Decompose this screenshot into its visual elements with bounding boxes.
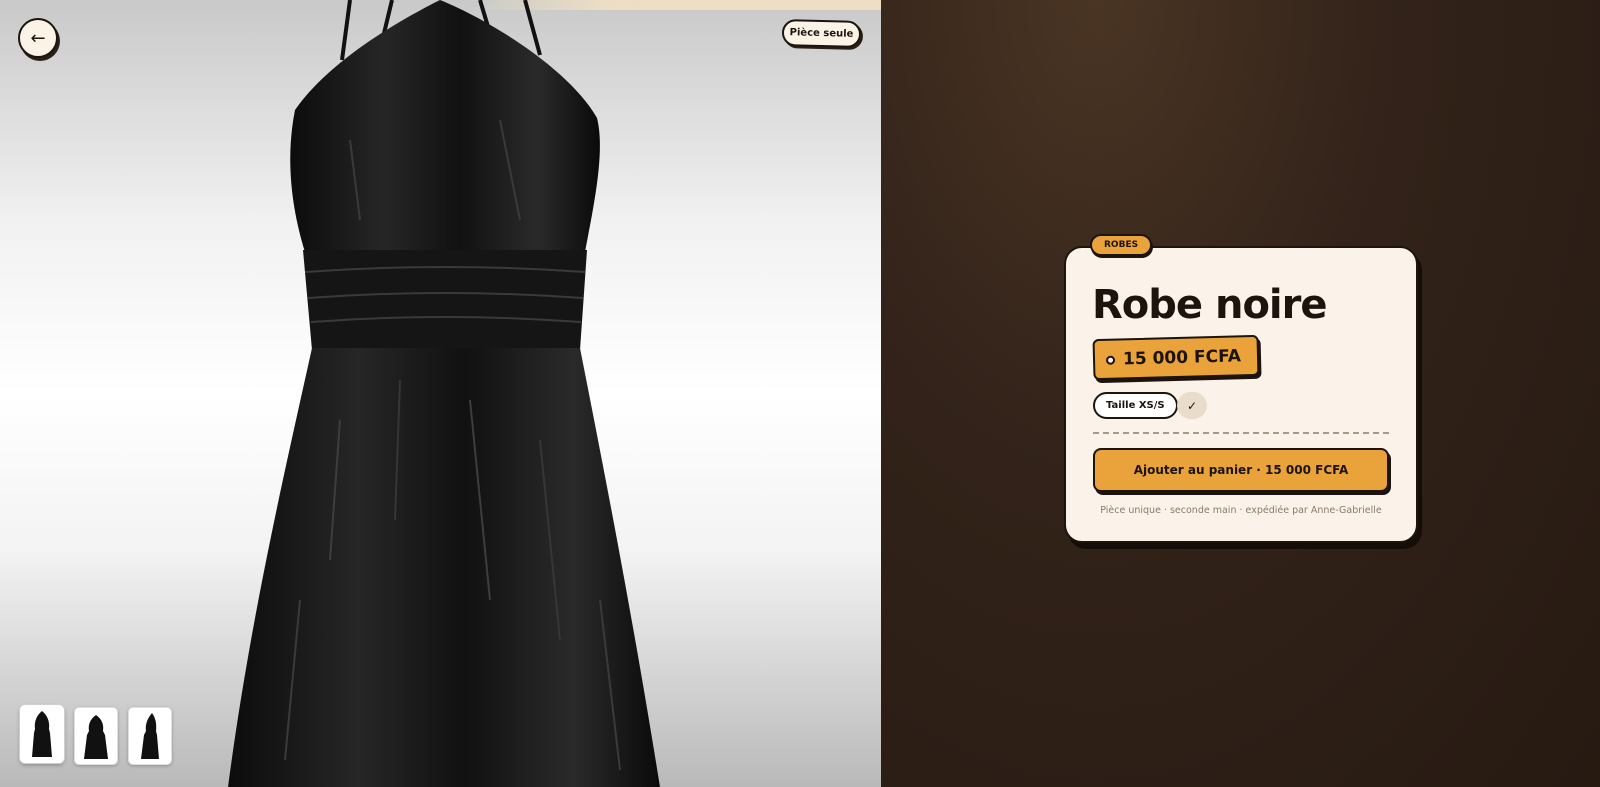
- price-tag: 15 000 FCFA: [1092, 334, 1260, 381]
- thumbnail-3[interactable]: [128, 707, 172, 765]
- dress-image: [228, 0, 660, 787]
- add-to-cart-button[interactable]: Ajouter au panier · 15 000 FCFA: [1093, 448, 1389, 492]
- dress-thumbnail-icon: [32, 711, 52, 757]
- divider: [1093, 432, 1389, 434]
- checkmark-icon: ✓: [1177, 392, 1207, 419]
- category-tag: ROBES: [1090, 234, 1153, 256]
- tag-hole-icon: [1105, 355, 1116, 365]
- price-value: 15 000 FCFA: [1122, 345, 1242, 369]
- thumbnail-strip: [20, 705, 172, 765]
- product-photo-pane: ← Pièce seule: [0, 0, 881, 787]
- dress-thumbnail-icon: [141, 713, 159, 759]
- back-arrow-icon: ←: [30, 27, 46, 49]
- dress-thumbnail-icon: [84, 715, 108, 759]
- single-piece-badge: Pièce seule: [781, 18, 862, 49]
- product-title: Robe noire: [1092, 282, 1327, 328]
- thumbnail-2[interactable]: [74, 707, 118, 765]
- thumbnail-1[interactable]: [20, 705, 64, 763]
- size-pill: Taille XS/S: [1093, 392, 1178, 419]
- shipping-note: Pièce unique · seconde main · expédiée p…: [1100, 505, 1382, 516]
- back-button[interactable]: ←: [18, 18, 58, 58]
